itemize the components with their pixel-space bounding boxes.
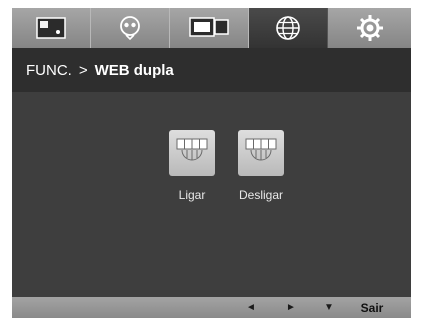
option-on-label: Ligar xyxy=(178,188,206,202)
left-arrow-icon: ◄ xyxy=(246,302,256,313)
gear-icon xyxy=(356,14,384,42)
tab-screen-split[interactable] xyxy=(170,8,249,48)
breadcrumb-separator: > xyxy=(78,61,88,79)
right-arrow-icon: ► xyxy=(286,302,296,313)
option-on-tile[interactable] xyxy=(169,130,215,176)
control-bar: ◄ ► ▼ Sair xyxy=(12,297,411,318)
option-off-label: Desligar xyxy=(238,188,283,202)
tab-settings[interactable] xyxy=(328,8,411,48)
page-title: WEB dupla xyxy=(94,61,174,79)
tab-eye[interactable] xyxy=(91,8,170,48)
tab-func[interactable] xyxy=(249,8,328,48)
globe-icon xyxy=(275,15,301,41)
breadcrumb: FUNC. > WEB dupla xyxy=(12,48,411,92)
tab-bar xyxy=(12,8,411,48)
option-off[interactable]: Desligar xyxy=(226,130,296,202)
exit-label: Sair xyxy=(360,300,384,315)
exit-button[interactable]: Sair xyxy=(352,297,392,318)
option-on[interactable]: Ligar xyxy=(157,130,227,202)
option-area: Ligar Desligar xyxy=(12,92,411,297)
left-arrow-button[interactable]: ◄ xyxy=(240,297,262,318)
dual-web-off-icon xyxy=(244,136,278,171)
down-arrow-button[interactable]: ▼ xyxy=(318,297,340,318)
dual-web-on-icon xyxy=(175,136,209,171)
down-arrow-icon: ▼ xyxy=(324,302,334,313)
dual-screen-icon xyxy=(189,17,229,39)
osd-menu: FUNC. > WEB dupla Ligar Desligar ◄ ► ▼ S… xyxy=(12,8,411,318)
tab-picture[interactable] xyxy=(12,8,91,48)
picture-icon xyxy=(36,17,66,39)
option-off-tile[interactable] xyxy=(238,130,284,176)
right-arrow-button[interactable]: ► xyxy=(280,297,302,318)
breadcrumb-section: FUNC. xyxy=(26,61,72,79)
eye-icon xyxy=(119,16,141,40)
